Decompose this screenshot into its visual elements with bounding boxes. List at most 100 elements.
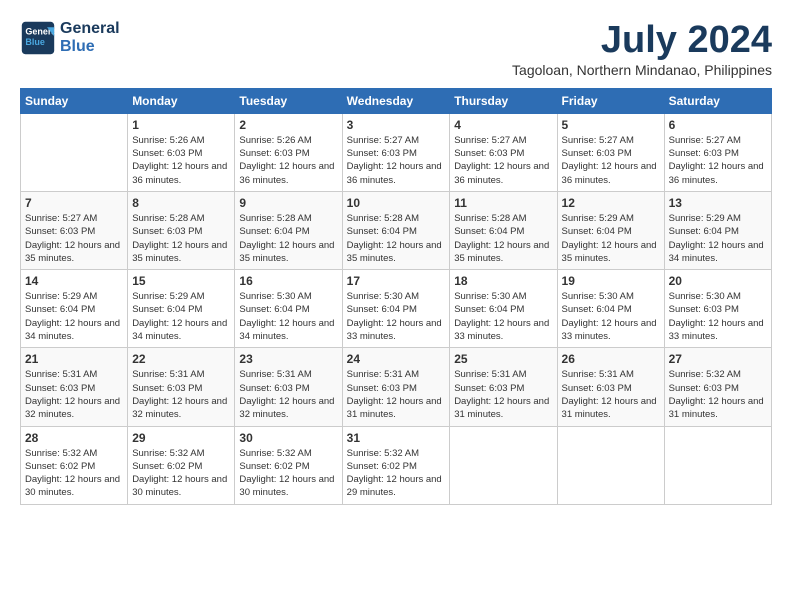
calendar-cell bbox=[664, 426, 771, 504]
day-info: Sunrise: 5:31 AMSunset: 6:03 PMDaylight:… bbox=[25, 368, 123, 421]
day-info: Sunrise: 5:32 AMSunset: 6:02 PMDaylight:… bbox=[132, 447, 230, 500]
day-number: 15 bbox=[132, 274, 230, 288]
calendar-cell: 28 Sunrise: 5:32 AMSunset: 6:02 PMDayligh… bbox=[21, 426, 128, 504]
day-number: 12 bbox=[562, 196, 660, 210]
day-number: 24 bbox=[347, 352, 446, 366]
calendar-table: SundayMondayTuesdayWednesdayThursdayFrid… bbox=[20, 88, 772, 505]
day-info: Sunrise: 5:28 AMSunset: 6:03 PMDaylight:… bbox=[132, 212, 230, 265]
day-info: Sunrise: 5:31 AMSunset: 6:03 PMDaylight:… bbox=[562, 368, 660, 421]
day-number: 21 bbox=[25, 352, 123, 366]
calendar-cell: 2 Sunrise: 5:26 AMSunset: 6:03 PMDaylight… bbox=[235, 113, 342, 191]
day-number: 19 bbox=[562, 274, 660, 288]
calendar-cell: 4 Sunrise: 5:27 AMSunset: 6:03 PMDaylight… bbox=[450, 113, 557, 191]
day-info: Sunrise: 5:31 AMSunset: 6:03 PMDaylight:… bbox=[132, 368, 230, 421]
day-number: 20 bbox=[669, 274, 767, 288]
day-number: 1 bbox=[132, 118, 230, 132]
day-number: 27 bbox=[669, 352, 767, 366]
weekday-header-sunday: Sunday bbox=[21, 88, 128, 113]
day-number: 29 bbox=[132, 431, 230, 445]
page-header: General Blue General Blue July 2024 Tago… bbox=[20, 20, 772, 78]
day-info: Sunrise: 5:26 AMSunset: 6:03 PMDaylight:… bbox=[239, 134, 337, 187]
day-info: Sunrise: 5:29 AMSunset: 6:04 PMDaylight:… bbox=[132, 290, 230, 343]
calendar-cell: 19 Sunrise: 5:30 AMSunset: 6:04 PMDayligh… bbox=[557, 270, 664, 348]
day-number: 25 bbox=[454, 352, 552, 366]
day-info: Sunrise: 5:30 AMSunset: 6:04 PMDaylight:… bbox=[347, 290, 446, 343]
logo-text: General Blue bbox=[60, 20, 120, 56]
day-info: Sunrise: 5:32 AMSunset: 6:02 PMDaylight:… bbox=[239, 447, 337, 500]
calendar-cell: 15 Sunrise: 5:29 AMSunset: 6:04 PMDayligh… bbox=[128, 270, 235, 348]
calendar-cell: 20 Sunrise: 5:30 AMSunset: 6:03 PMDayligh… bbox=[664, 270, 771, 348]
day-info: Sunrise: 5:28 AMSunset: 6:04 PMDaylight:… bbox=[347, 212, 446, 265]
day-number: 9 bbox=[239, 196, 337, 210]
calendar-cell: 7 Sunrise: 5:27 AMSunset: 6:03 PMDaylight… bbox=[21, 191, 128, 269]
calendar-cell: 9 Sunrise: 5:28 AMSunset: 6:04 PMDaylight… bbox=[235, 191, 342, 269]
day-number: 3 bbox=[347, 118, 446, 132]
day-info: Sunrise: 5:29 AMSunset: 6:04 PMDaylight:… bbox=[669, 212, 767, 265]
day-number: 6 bbox=[669, 118, 767, 132]
day-info: Sunrise: 5:32 AMSunset: 6:02 PMDaylight:… bbox=[347, 447, 446, 500]
calendar-cell: 29 Sunrise: 5:32 AMSunset: 6:02 PMDayligh… bbox=[128, 426, 235, 504]
calendar-cell: 18 Sunrise: 5:30 AMSunset: 6:04 PMDayligh… bbox=[450, 270, 557, 348]
day-number: 30 bbox=[239, 431, 337, 445]
day-number: 5 bbox=[562, 118, 660, 132]
day-number: 22 bbox=[132, 352, 230, 366]
calendar-cell: 6 Sunrise: 5:27 AMSunset: 6:03 PMDaylight… bbox=[664, 113, 771, 191]
day-info: Sunrise: 5:27 AMSunset: 6:03 PMDaylight:… bbox=[347, 134, 446, 187]
svg-text:Blue: Blue bbox=[25, 37, 45, 47]
calendar-cell: 30 Sunrise: 5:32 AMSunset: 6:02 PMDayligh… bbox=[235, 426, 342, 504]
day-info: Sunrise: 5:27 AMSunset: 6:03 PMDaylight:… bbox=[669, 134, 767, 187]
day-info: Sunrise: 5:32 AMSunset: 6:02 PMDaylight:… bbox=[25, 447, 123, 500]
day-number: 14 bbox=[25, 274, 123, 288]
day-number: 8 bbox=[132, 196, 230, 210]
weekday-header-saturday: Saturday bbox=[664, 88, 771, 113]
day-info: Sunrise: 5:28 AMSunset: 6:04 PMDaylight:… bbox=[239, 212, 337, 265]
calendar-cell bbox=[21, 113, 128, 191]
day-info: Sunrise: 5:29 AMSunset: 6:04 PMDaylight:… bbox=[562, 212, 660, 265]
day-number: 10 bbox=[347, 196, 446, 210]
day-info: Sunrise: 5:30 AMSunset: 6:04 PMDaylight:… bbox=[454, 290, 552, 343]
day-info: Sunrise: 5:28 AMSunset: 6:04 PMDaylight:… bbox=[454, 212, 552, 265]
calendar-cell: 14 Sunrise: 5:29 AMSunset: 6:04 PMDayligh… bbox=[21, 270, 128, 348]
calendar-cell bbox=[557, 426, 664, 504]
month-title: July 2024 bbox=[512, 20, 772, 62]
calendar-cell: 17Sunrise: 5:30 AMSunset: 6:04 PMDayligh… bbox=[342, 270, 450, 348]
calendar-cell: 8 Sunrise: 5:28 AMSunset: 6:03 PMDaylight… bbox=[128, 191, 235, 269]
day-number: 2 bbox=[239, 118, 337, 132]
day-info: Sunrise: 5:30 AMSunset: 6:03 PMDaylight:… bbox=[669, 290, 767, 343]
day-info: Sunrise: 5:27 AMSunset: 6:03 PMDaylight:… bbox=[25, 212, 123, 265]
day-number: 7 bbox=[25, 196, 123, 210]
day-number: 11 bbox=[454, 196, 552, 210]
logo-icon: General Blue bbox=[20, 20, 56, 56]
day-number: 23 bbox=[239, 352, 337, 366]
day-number: 4 bbox=[454, 118, 552, 132]
calendar-cell: 25Sunrise: 5:31 AMSunset: 6:03 PMDayligh… bbox=[450, 348, 557, 426]
day-number: 13 bbox=[669, 196, 767, 210]
day-info: Sunrise: 5:31 AMSunset: 6:03 PMDaylight:… bbox=[239, 368, 337, 421]
calendar-cell: 24 Sunrise: 5:31 AMSunset: 6:03 PMDayligh… bbox=[342, 348, 450, 426]
day-number: 31 bbox=[347, 431, 446, 445]
logo: General Blue General Blue bbox=[20, 20, 120, 56]
day-number: 28 bbox=[25, 431, 123, 445]
calendar-cell: 5Sunrise: 5:27 AMSunset: 6:03 PMDaylight… bbox=[557, 113, 664, 191]
day-number: 18 bbox=[454, 274, 552, 288]
day-info: Sunrise: 5:26 AMSunset: 6:03 PMDaylight:… bbox=[132, 134, 230, 187]
calendar-cell: 1 Sunrise: 5:26 AMSunset: 6:03 PMDaylight… bbox=[128, 113, 235, 191]
title-block: July 2024 Tagoloan, Northern Mindanao, P… bbox=[512, 20, 772, 78]
calendar-cell: 22 Sunrise: 5:31 AMSunset: 6:03 PMDayligh… bbox=[128, 348, 235, 426]
day-info: Sunrise: 5:31 AMSunset: 6:03 PMDaylight:… bbox=[347, 368, 446, 421]
day-info: Sunrise: 5:27 AMSunset: 6:03 PMDaylight:… bbox=[454, 134, 552, 187]
day-number: 16 bbox=[239, 274, 337, 288]
calendar-cell: 26Sunrise: 5:31 AMSunset: 6:03 PMDayligh… bbox=[557, 348, 664, 426]
calendar-cell: 16Sunrise: 5:30 AMSunset: 6:04 PMDayligh… bbox=[235, 270, 342, 348]
calendar-cell: 12 Sunrise: 5:29 AMSunset: 6:04 PMDayligh… bbox=[557, 191, 664, 269]
calendar-cell bbox=[450, 426, 557, 504]
calendar-cell: 31 Sunrise: 5:32 AMSunset: 6:02 PMDayligh… bbox=[342, 426, 450, 504]
weekday-header-thursday: Thursday bbox=[450, 88, 557, 113]
day-info: Sunrise: 5:29 AMSunset: 6:04 PMDaylight:… bbox=[25, 290, 123, 343]
day-info: Sunrise: 5:32 AMSunset: 6:03 PMDaylight:… bbox=[669, 368, 767, 421]
calendar-cell: 11 Sunrise: 5:28 AMSunset: 6:04 PMDayligh… bbox=[450, 191, 557, 269]
day-info: Sunrise: 5:30 AMSunset: 6:04 PMDaylight:… bbox=[562, 290, 660, 343]
weekday-header-friday: Friday bbox=[557, 88, 664, 113]
weekday-header-tuesday: Tuesday bbox=[235, 88, 342, 113]
location: Tagoloan, Northern Mindanao, Philippines bbox=[512, 62, 772, 78]
